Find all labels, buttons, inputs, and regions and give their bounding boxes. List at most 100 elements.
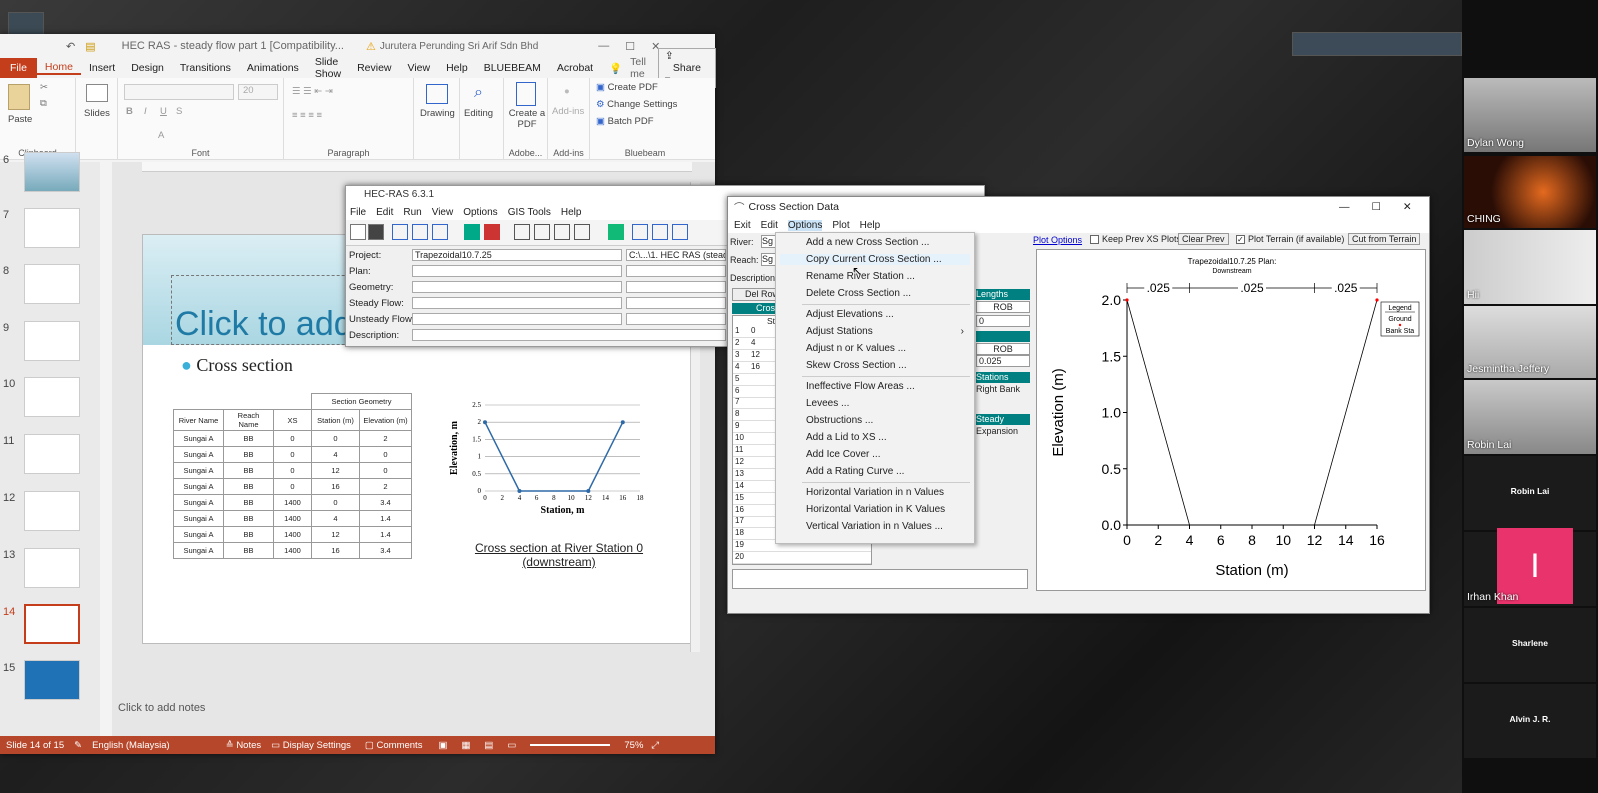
menu-item-rating-curve[interactable]: Add a Rating Curve ... — [806, 466, 904, 477]
tab-animations[interactable]: Animations — [239, 62, 307, 74]
tab-file[interactable]: File — [0, 58, 37, 78]
graph-icon[interactable] — [672, 224, 688, 240]
bullet-text[interactable]: ● Cross section — [181, 355, 293, 376]
font-size-box[interactable]: 20 — [238, 84, 278, 100]
menu-item-horizontal-n[interactable]: Horizontal Variation in n Values — [806, 487, 944, 498]
minimize-icon[interactable]: — — [1339, 201, 1350, 213]
notes-button[interactable]: ≙ Notes — [226, 740, 261, 751]
thumbnail-6[interactable] — [24, 152, 80, 192]
copy-icon[interactable]: ⧉ — [40, 98, 47, 109]
tell-me[interactable]: Tell me — [630, 56, 654, 80]
plot-panel[interactable]: Trapezoidal10.7.25 Plan: Downstream 0 2 4 6 8 1… — [1036, 249, 1426, 591]
geometry-icon[interactable] — [392, 224, 408, 240]
dss-icon[interactable] — [652, 224, 668, 240]
tab-insert[interactable]: Insert — [81, 62, 123, 74]
menu-item-adjust-n-k[interactable]: Adjust n or K values ... — [806, 343, 906, 354]
editing-button[interactable]: Editing — [464, 108, 493, 119]
account-name[interactable]: Jurutera Perunding Sri Arif Sdn Bhd — [380, 41, 538, 52]
maximize-icon[interactable]: ☐ — [625, 40, 635, 53]
station-value[interactable]: 0 — [751, 326, 755, 335]
cut-terrain-button[interactable]: Cut from Terrain — [1348, 233, 1421, 245]
fit-icon[interactable]: ⤢ — [651, 740, 659, 751]
menu-item-add-xs[interactable]: Add a new Cross Section ... — [806, 237, 929, 248]
save-icon[interactable] — [368, 224, 384, 240]
strike-icon[interactable]: S — [176, 106, 182, 117]
thumbnail-9[interactable] — [24, 321, 80, 361]
tab-transitions[interactable]: Transitions — [172, 62, 239, 74]
normal-view-icon[interactable]: ▣ — [438, 740, 447, 751]
slide-chart[interactable]: 0 0.5 1 1.5 2 2.5 0 2 4 6 8 10 12 14 16 18 Station, m Ele… — [443, 395, 663, 535]
drawing-icon[interactable] — [426, 84, 448, 104]
menu-item-adjust-elevations[interactable]: Adjust Elevations ... — [806, 309, 894, 320]
maximize-icon[interactable]: ☐ — [1371, 201, 1380, 213]
tab-review[interactable]: Review — [349, 62, 399, 74]
spellcheck-icon[interactable]: ✎ — [74, 740, 82, 751]
thumbnail-13[interactable] — [24, 548, 80, 588]
thumbnail-15[interactable] — [24, 660, 80, 700]
xs-menu-help[interactable]: Help — [860, 220, 881, 231]
xs-icon[interactable] — [412, 224, 428, 240]
chart-caption[interactable]: Cross section at River Station 0 (downst… — [459, 541, 659, 569]
folder-icon[interactable]: ▤ — [85, 40, 95, 53]
participant-tile[interactable]: Jesmintha Jeffery — [1464, 306, 1596, 378]
paste-icon[interactable] — [8, 84, 30, 110]
station-value[interactable]: 12 — [751, 350, 760, 359]
thumbnail-10[interactable] — [24, 377, 80, 417]
participant-tile[interactable]: Robin Lai — [1464, 380, 1596, 454]
font-name-box[interactable] — [124, 84, 234, 100]
tables-icon[interactable] — [608, 224, 624, 240]
menu-item-skew-xs[interactable]: Skew Cross Section ... — [806, 360, 907, 371]
thumbnail-14[interactable] — [24, 604, 80, 644]
tab-design[interactable]: Design — [123, 62, 172, 74]
xs-plot[interactable]: Trapezoidal10.7.25 Plan: Downstream 0 2 4 6 8 1… — [1037, 250, 1427, 592]
section-table[interactable]: Section Geometry River Name Reach Name X… — [173, 393, 412, 559]
hec-menu-file[interactable]: File — [350, 207, 366, 218]
tab-help[interactable]: Help — [438, 62, 476, 74]
drawing-button[interactable]: Drawing — [420, 108, 455, 119]
font-color-icon[interactable]: A — [158, 130, 164, 141]
menu-item-vertical-n[interactable]: Vertical Variation in n Values ... — [806, 521, 943, 532]
hec-menu-help[interactable]: Help — [561, 207, 582, 218]
bold-icon[interactable]: B — [126, 106, 133, 117]
rob-n-field[interactable]: 0.025 — [976, 355, 1030, 367]
slideshow-view-icon[interactable]: ▭ — [507, 740, 516, 751]
participant-tile[interactable]: Dylan Wong — [1464, 78, 1596, 152]
menu-item-copy-xs[interactable]: Copy Current Cross Section ... — [780, 254, 970, 265]
thumbnail-11[interactable] — [24, 434, 80, 474]
menu-item-horizontal-k[interactable]: Horizontal Variation in K Values — [806, 504, 945, 515]
create-pdf-button[interactable]: Create a PDF — [508, 108, 546, 130]
minimize-icon[interactable]: — — [598, 40, 609, 52]
keep-prev-checkbox[interactable]: Keep Prev XS Plots — [1090, 234, 1181, 244]
paste-button[interactable]: Paste — [8, 114, 32, 125]
xs-menu-edit[interactable]: Edit — [761, 220, 778, 231]
notes-pane[interactable]: Click to add notes — [118, 702, 205, 714]
thumbnail-7[interactable] — [24, 208, 80, 248]
zoom-slider[interactable] — [530, 744, 611, 746]
addins-button[interactable]: Add-ins — [552, 106, 584, 117]
participant-tile[interactable]: I Irhan Khan — [1464, 528, 1596, 606]
search-icon[interactable]: ⌕ — [474, 84, 483, 102]
zoom-level[interactable]: 75% — [624, 740, 643, 751]
rob-length-field[interactable]: 0 — [976, 315, 1030, 327]
participant-tile[interactable]: Robin Lai — [1464, 456, 1596, 530]
hydrograph-icon[interactable] — [574, 224, 590, 240]
align-icon[interactable]: ≡ ≡ ≡ ≡ — [292, 110, 322, 121]
clear-prev-button[interactable]: Clear Prev — [1178, 233, 1229, 245]
tab-slide-show[interactable]: Slide Show — [307, 56, 349, 80]
menu-item-adjust-stations[interactable]: Adjust Stations — [806, 326, 873, 337]
menu-item-obstructions[interactable]: Obstructions ... — [806, 415, 873, 426]
underline-icon[interactable]: U — [160, 106, 167, 117]
participant-tile[interactable]: CHING — [1464, 156, 1596, 228]
comments-button[interactable]: ▢ Comments — [365, 740, 423, 751]
hec-menu-gis[interactable]: GIS Tools — [508, 207, 551, 218]
plot-terrain-checkbox[interactable]: ✓ Plot Terrain (if available) — [1236, 234, 1344, 244]
hec-menu-options[interactable]: Options — [463, 207, 497, 218]
thumbnail-12[interactable] — [24, 491, 80, 531]
menu-item-delete-xs[interactable]: Delete Cross Section ... — [806, 288, 911, 299]
change-settings-item[interactable]: ⚙ Change Settings — [596, 99, 677, 110]
italic-icon[interactable]: I — [144, 106, 147, 117]
flow-icon[interactable] — [432, 224, 448, 240]
station-value[interactable]: 16 — [751, 362, 760, 371]
participant-tile[interactable]: Sharlene — [1464, 608, 1596, 682]
xyz-plot-icon[interactable] — [554, 224, 570, 240]
